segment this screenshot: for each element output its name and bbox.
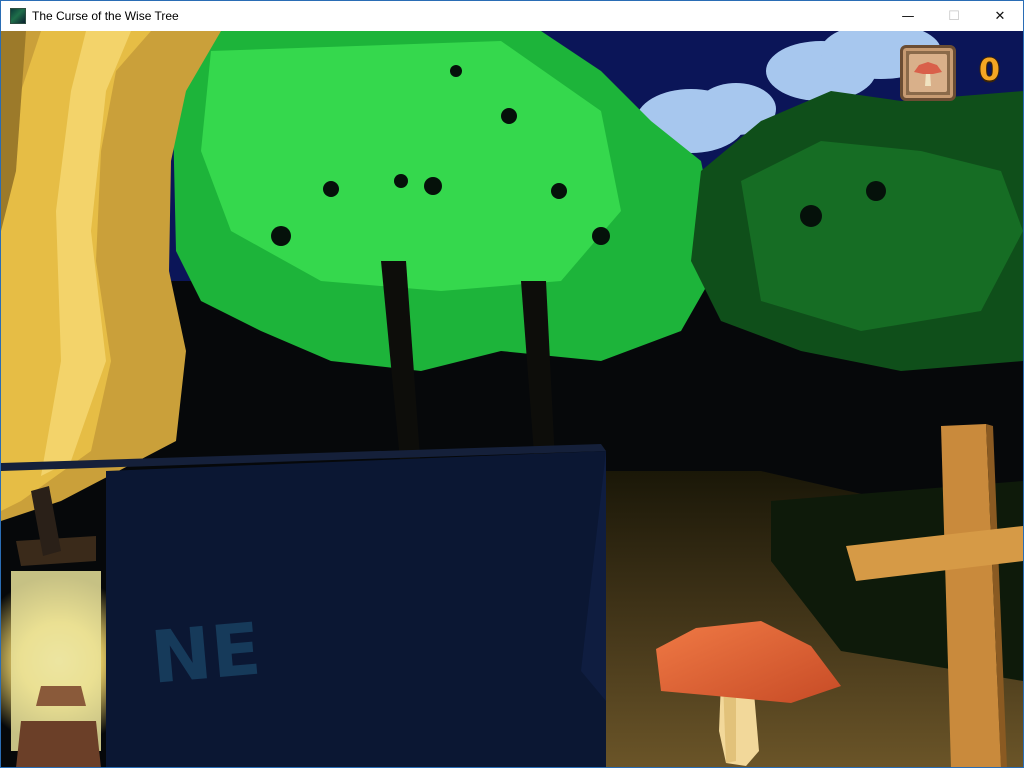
- window-controls: — ☐ ✕: [885, 1, 1023, 31]
- inventory-slot: [900, 45, 956, 101]
- game-window: The Curse of the Wise Tree — ☐ ✕ NE 0: [0, 0, 1024, 768]
- game-viewport[interactable]: NE 0: [1, 31, 1023, 767]
- title-bar[interactable]: The Curse of the Wise Tree — ☐ ✕: [1, 1, 1023, 31]
- mushroom-counter: 0: [978, 52, 1001, 89]
- minimize-button[interactable]: —: [885, 1, 931, 31]
- mushroom-icon: [914, 62, 942, 86]
- app-icon: [10, 8, 26, 24]
- inventory-slot-inner: [909, 54, 947, 92]
- sign-text: NE: [148, 607, 264, 700]
- window-title: The Curse of the Wise Tree: [32, 9, 179, 23]
- maximize-button[interactable]: ☐: [931, 1, 977, 31]
- close-button[interactable]: ✕: [977, 1, 1023, 31]
- game-scene: NE: [1, 31, 1023, 767]
